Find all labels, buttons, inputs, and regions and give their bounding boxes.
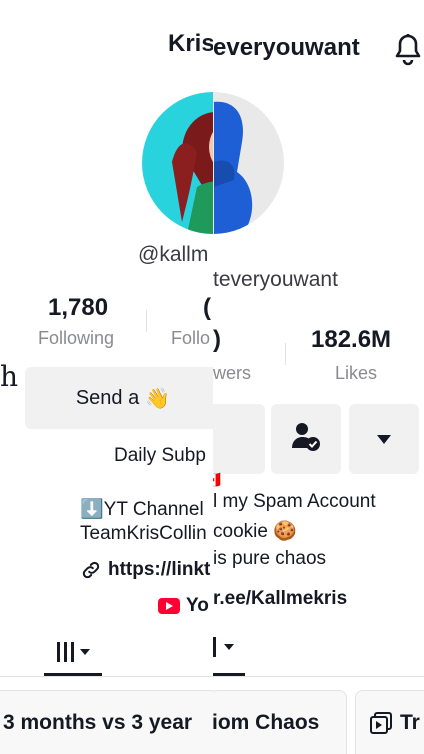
avatar-right[interactable]	[213, 92, 284, 234]
bio-link[interactable]: https://linkt	[80, 559, 210, 581]
playlist-chip-right[interactable]: iom Chaos	[213, 690, 347, 754]
bio-line-1: Daily Subp	[114, 445, 206, 466]
bio-link-right[interactable]: r.ee/Kallmekris	[213, 588, 347, 610]
followers-count: (	[203, 294, 211, 321]
more-options-button[interactable]	[349, 404, 419, 474]
caret-down-icon	[377, 434, 391, 444]
message-button[interactable]	[213, 404, 265, 474]
chevron-down-icon	[79, 649, 90, 655]
playlist-chip-right-2[interactable]: Tr	[355, 690, 424, 754]
playlist-chip[interactable]: 3 months vs 3 year	[0, 690, 213, 754]
playlist-chip-right-2-label: Tr	[400, 710, 420, 734]
stat-divider	[146, 310, 147, 332]
tab-divider	[0, 676, 213, 677]
wave-icon: 👋	[145, 387, 171, 410]
playlist-icon	[370, 711, 392, 734]
flag-icon: 🇨🇦	[213, 470, 221, 490]
stat-divider-right	[285, 343, 286, 365]
left-profile-panel: Kris @kallm 1,780 Following ( Follo h Se…	[0, 0, 213, 754]
youtube-link[interactable]: Yo	[158, 595, 209, 617]
youtube-link-text: Yo	[186, 595, 209, 616]
link-icon	[80, 559, 102, 581]
user-check-icon	[290, 420, 322, 458]
bio-line-3-right: is pure chaos	[213, 548, 327, 569]
bio-line-2-text: YT Channel	[103, 499, 204, 520]
bio-link-text: https://linkt	[108, 559, 211, 580]
follow-status-button[interactable]	[271, 404, 341, 474]
bell-icon[interactable]	[391, 30, 424, 66]
profile-title-right: everyouwant	[213, 34, 360, 61]
followers-label[interactable]: Follo	[171, 328, 210, 349]
tab-divider-right	[213, 676, 424, 677]
following-count: 1,780	[48, 294, 109, 321]
youtube-icon	[158, 598, 180, 614]
playlist-chip-label: 3 months vs 3 year	[3, 710, 193, 734]
tab-icon-right[interactable]	[213, 632, 243, 662]
avatar[interactable]	[142, 92, 213, 234]
playlist-chip-right-label: iom Chaos	[213, 710, 320, 734]
following-label[interactable]: Following	[38, 328, 114, 349]
likes-label: Likes	[335, 363, 378, 383]
username-handle: @kallm	[138, 243, 209, 266]
grid-icon-fragment	[213, 637, 216, 657]
grid-icon	[56, 642, 74, 662]
username-handle-right: teveryouwant	[213, 268, 338, 291]
likes-count: 182.6M	[311, 326, 392, 353]
followers-count-end: )	[213, 326, 221, 353]
chevron-down-icon-right	[224, 644, 234, 650]
grid-tab[interactable]	[44, 634, 102, 670]
bio-line-2-right: cookie 🍪	[213, 521, 297, 542]
stray-letter: h	[0, 360, 19, 393]
send-message-button[interactable]: Send a 👋	[25, 367, 213, 429]
profile-title: Kris	[168, 30, 213, 57]
bio-line-3: TeamKrisCollin	[80, 523, 207, 544]
followers-label-right[interactable]: wers	[213, 363, 251, 384]
bio-line-2: ⬇️YT Channel	[80, 497, 204, 521]
bio-line-1-right: l my Spam Account	[213, 491, 376, 512]
send-button-label: Send a	[75, 386, 140, 409]
right-profile-panel: everyouwant teveryouwant ) wers 182.6M L…	[213, 0, 424, 754]
down-arrow-icon: ⬇️	[80, 499, 104, 520]
